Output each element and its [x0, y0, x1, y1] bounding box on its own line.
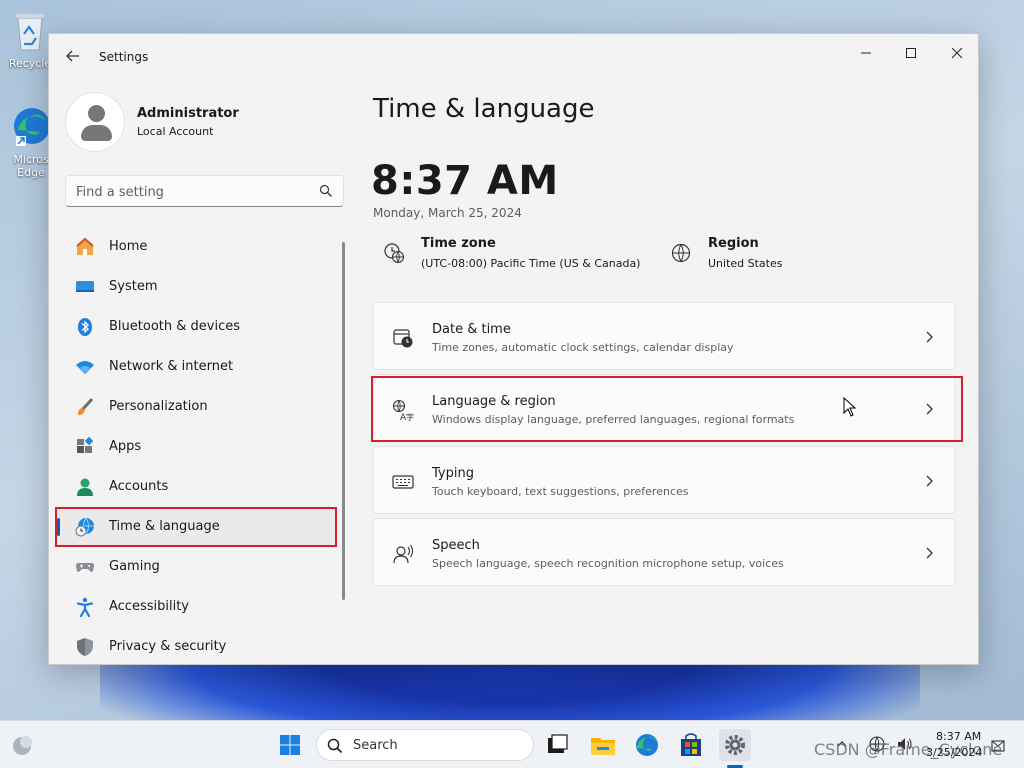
edge-browser-icon[interactable] [631, 729, 663, 761]
microsoft-store-icon[interactable] [675, 729, 707, 761]
accessibility-icon [76, 597, 94, 617]
sidebar-item-accessibility[interactable]: Accessibility [57, 587, 337, 627]
close-button[interactable] [937, 40, 977, 70]
card-description: Speech language, speech recognition micr… [432, 557, 784, 570]
settings-taskbar-button[interactable] [719, 729, 751, 761]
globe-icon [671, 243, 691, 263]
start-windows-icon[interactable] [274, 729, 306, 761]
system-icon [76, 281, 94, 292]
widgets-weather-icon[interactable] [6, 729, 38, 761]
page-title: Time & language [373, 94, 595, 124]
avatar[interactable] [65, 92, 125, 152]
sidebar-item-network[interactable]: Network & internet [57, 347, 337, 387]
card-speech[interactable]: Speech Speech language, speech recogniti… [373, 518, 955, 586]
apps-icon [77, 437, 94, 453]
recycle-bin-icon [16, 14, 44, 51]
sidebar-highlight-annotation [55, 507, 337, 547]
find-setting-search[interactable] [65, 175, 344, 207]
avatar-head [88, 105, 105, 122]
home-icon [76, 237, 94, 255]
sidebar-item-label: Bluetooth & devices [109, 319, 240, 334]
sidebar-item-privacy[interactable]: Privacy & security [57, 627, 337, 664]
notification-icon[interactable] [990, 738, 1006, 754]
sidebar-scrollbar[interactable] [342, 242, 345, 600]
window-title: Settings [99, 50, 149, 64]
card-description: Touch keyboard, text suggestions, prefer… [432, 485, 689, 498]
sidebar-item-bluetooth[interactable]: Bluetooth & devices [57, 307, 337, 347]
minimize-icon [861, 52, 871, 54]
taskbar-search-label: Search [353, 738, 398, 753]
sidebar-nav: Home System Bluetooth & devices Network … [57, 227, 337, 664]
chevron-right-icon [926, 331, 933, 343]
calendar-clock-icon [393, 329, 413, 348]
sidebar-item-home[interactable]: Home [57, 227, 337, 267]
card-title: Date & time [432, 322, 511, 337]
card-title: Speech [432, 538, 480, 553]
profile-name: Administrator [137, 106, 239, 121]
sidebar-item-label: Personalization [109, 399, 208, 414]
card-date-time[interactable]: Date & time Time zones, automatic clock … [373, 302, 955, 370]
sidebar-item-label: Network & internet [109, 359, 234, 374]
sidebar-item-apps[interactable]: Apps [57, 427, 337, 467]
brush-icon [78, 397, 94, 415]
taskbar-search[interactable]: Search [316, 729, 534, 761]
current-date: Monday, March 25, 2024 [373, 206, 522, 220]
card-highlight-annotation [371, 376, 963, 442]
maximize-button[interactable] [891, 40, 931, 70]
current-time: 8:37 AM [371, 158, 559, 204]
timezone-value: (UTC-08:00) Pacific Time (US & Canada) [421, 257, 641, 270]
sidebar-item-personalization[interactable]: Personalization [57, 387, 337, 427]
sidebar-item-label: Accessibility [109, 599, 189, 614]
profile-account-type: Local Account [137, 125, 214, 138]
back-button[interactable] [63, 48, 83, 68]
taskbar-clock-date[interactable]: 3/25/2024 [926, 746, 982, 759]
sidebar-item-gaming[interactable]: Gaming [57, 547, 337, 587]
gamepad-icon [76, 563, 94, 572]
accounts-icon [77, 478, 93, 496]
arrow-left-icon [66, 50, 79, 62]
bluetooth-icon [78, 318, 92, 336]
mouse-cursor-icon [843, 397, 857, 417]
region-title: Region [708, 236, 759, 251]
search-icon [327, 738, 343, 754]
title-bar: Settings [49, 34, 978, 82]
shield-icon [77, 638, 93, 656]
search-input[interactable] [76, 182, 306, 202]
taskbar-clock-time[interactable]: 8:37 AM [936, 730, 981, 743]
wifi-icon [76, 361, 94, 374]
file-explorer-icon[interactable] [587, 729, 619, 761]
card-title: Typing [432, 466, 474, 481]
minimize-button[interactable] [846, 40, 886, 70]
timezone-title: Time zone [421, 236, 496, 251]
chevron-right-icon [926, 547, 933, 559]
sidebar-item-label: System [109, 279, 158, 294]
card-typing[interactable]: Typing Touch keyboard, text suggestions,… [373, 446, 955, 514]
maximize-icon [906, 48, 916, 58]
sidebar-item-label: Home [109, 239, 148, 254]
sidebar-item-accounts[interactable]: Accounts [57, 467, 337, 507]
chevron-right-icon [926, 475, 933, 487]
taskbar: Search CSDN @Frame_Cyclone 8:37 AM 3/25/… [0, 720, 1024, 768]
region-value: United States [708, 257, 783, 270]
sidebar-item-label: Gaming [109, 559, 160, 574]
search-icon[interactable] [319, 184, 333, 198]
task-view-icon[interactable] [541, 729, 573, 761]
gear-icon [725, 735, 745, 755]
sidebar-item-label: Accounts [109, 479, 169, 494]
card-description: Time zones, automatic clock settings, ca… [432, 341, 734, 354]
edge-icon [14, 108, 50, 146]
close-icon [951, 47, 963, 59]
keyboard-icon [392, 475, 414, 489]
sidebar-item-label: Privacy & security [109, 639, 227, 654]
sidebar-item-label: Apps [109, 439, 142, 454]
settings-window: Settings Administrator Local Account Hom… [48, 33, 979, 665]
timezone-globe-clock-icon [384, 243, 405, 264]
sidebar-item-system[interactable]: System [57, 267, 337, 307]
avatar-body [81, 125, 112, 141]
speech-icon [393, 544, 414, 564]
